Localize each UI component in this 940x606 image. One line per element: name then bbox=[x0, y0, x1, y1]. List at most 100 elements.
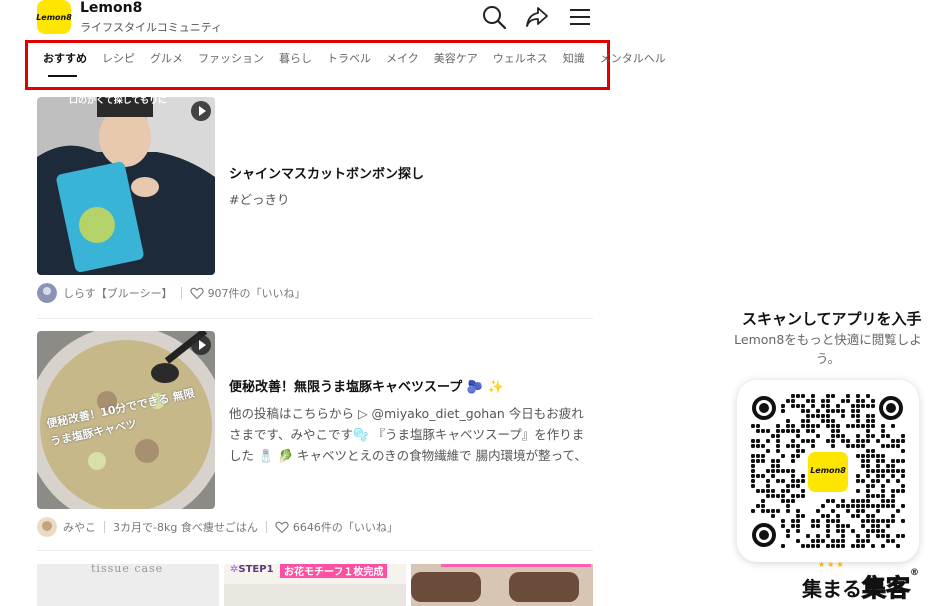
qr-module bbox=[901, 519, 905, 523]
qr-module bbox=[841, 524, 845, 528]
qr-module bbox=[836, 409, 840, 413]
qr-module bbox=[876, 474, 880, 478]
qr-module bbox=[766, 489, 770, 493]
post-thumbnail[interactable]: 便秘改善！10分でできる 無限うま塩豚キャベツ bbox=[37, 331, 215, 509]
qr-module bbox=[796, 444, 800, 448]
qr-module bbox=[756, 489, 760, 493]
tab-osusume[interactable]: おすすめ bbox=[43, 51, 87, 67]
qr-module bbox=[796, 449, 800, 453]
qr-module bbox=[806, 409, 810, 413]
qr-module bbox=[871, 419, 875, 423]
qr-module bbox=[821, 514, 825, 518]
qr-module bbox=[891, 539, 895, 543]
qr-module bbox=[861, 509, 865, 513]
qr-module bbox=[861, 399, 865, 403]
qr-module bbox=[771, 509, 775, 513]
post-card[interactable]: 便秘改善！10分でできる 無限うま塩豚キャベツ 便秘改善！無限うま塩豚キャベツス… bbox=[37, 331, 593, 541]
post-description: #どっきり bbox=[229, 192, 290, 207]
qr-module bbox=[801, 394, 805, 398]
qr-module bbox=[871, 504, 875, 508]
author-name[interactable]: しらす【ブルーシー】 bbox=[63, 285, 173, 301]
qr-module bbox=[811, 544, 815, 548]
tab-wellness[interactable]: ウェルネス bbox=[493, 51, 548, 67]
qr-module bbox=[881, 529, 885, 533]
qr-module bbox=[876, 524, 880, 528]
qr-module bbox=[766, 449, 770, 453]
post-meta: しらす【ブルーシー】 907件の「いいね」 bbox=[37, 282, 306, 304]
tab-mental-health[interactable]: メンタルヘル bbox=[600, 51, 666, 67]
qr-module bbox=[781, 409, 785, 413]
tab-knowledge[interactable]: 知識 bbox=[563, 51, 585, 67]
qr-module bbox=[866, 474, 870, 478]
qr-module bbox=[851, 529, 855, 533]
qr-module bbox=[876, 469, 880, 473]
qr-module bbox=[876, 534, 880, 538]
qr-module bbox=[781, 544, 785, 548]
qr-module bbox=[771, 494, 775, 498]
post-thumbnail[interactable]: ✲STEP1 お花モチーフ１枚完成 bbox=[224, 564, 406, 606]
avatar[interactable] bbox=[37, 517, 57, 537]
qr-module bbox=[881, 519, 885, 523]
qr-code-card[interactable]: Lemon8 bbox=[737, 380, 919, 562]
qr-module bbox=[871, 519, 875, 523]
thumbnail-caption: お花モチーフ１枚完成 bbox=[280, 564, 388, 578]
qr-module bbox=[801, 404, 805, 408]
qr-module bbox=[776, 439, 780, 443]
heart-icon[interactable] bbox=[275, 520, 289, 534]
post-thumbnail[interactable]: 口のかくて探してもりに bbox=[37, 97, 215, 275]
qr-module bbox=[881, 544, 885, 548]
post-thumbnail[interactable]: tissue case bbox=[37, 564, 219, 606]
qr-module bbox=[786, 469, 790, 473]
watermark-stars: ★★★ bbox=[818, 560, 846, 569]
qr-module bbox=[856, 539, 860, 543]
post-title[interactable]: 便秘改善！無限うま塩豚キャベツスープ 🫐 ✨ bbox=[229, 376, 504, 395]
heart-icon[interactable] bbox=[189, 286, 204, 300]
qr-module bbox=[796, 539, 800, 543]
author-name[interactable]: みやこ bbox=[63, 519, 96, 535]
thumbnail-image bbox=[224, 584, 406, 606]
qr-module bbox=[861, 404, 865, 408]
qr-module bbox=[886, 504, 890, 508]
qr-module bbox=[786, 484, 790, 488]
qr-module bbox=[886, 434, 890, 438]
share-icon[interactable] bbox=[524, 4, 550, 30]
qr-module bbox=[786, 429, 790, 433]
post-thumbnail[interactable] bbox=[411, 564, 593, 606]
post-card[interactable]: 口のかくて探してもりに シャインマスカットボンボン探し #どっきり しらす【ブル… bbox=[37, 97, 593, 315]
tab-fashion[interactable]: ファッション bbox=[198, 51, 264, 67]
tab-living[interactable]: 暮らし bbox=[279, 51, 312, 67]
qr-module bbox=[861, 504, 865, 508]
menu-icon[interactable] bbox=[567, 4, 593, 30]
qr-module bbox=[866, 489, 870, 493]
qr-module bbox=[786, 509, 790, 513]
qr-module bbox=[876, 459, 880, 463]
post-title[interactable]: シャインマスカットボンボン探し bbox=[229, 163, 424, 182]
tab-beauty-care[interactable]: 美容ケア bbox=[434, 51, 478, 67]
qr-module bbox=[796, 429, 800, 433]
lemon8-logo[interactable]: Lemon8 bbox=[36, 0, 72, 34]
qr-module bbox=[841, 409, 845, 413]
tab-travel[interactable]: トラベル bbox=[327, 51, 371, 67]
qr-module bbox=[791, 454, 795, 458]
qr-module bbox=[831, 509, 835, 513]
qr-module bbox=[816, 534, 820, 538]
qr-module bbox=[866, 424, 870, 428]
qr-module bbox=[901, 434, 905, 438]
qr-module bbox=[886, 519, 890, 523]
qr-module bbox=[861, 499, 865, 503]
qr-module bbox=[796, 529, 800, 533]
tab-recipe[interactable]: レシピ bbox=[102, 51, 135, 67]
qr-module bbox=[866, 419, 870, 423]
qr-module bbox=[761, 489, 765, 493]
qr-module bbox=[776, 494, 780, 498]
search-icon[interactable] bbox=[481, 4, 507, 30]
qr-module bbox=[866, 494, 870, 498]
avatar[interactable] bbox=[37, 283, 57, 303]
qr-module bbox=[781, 489, 785, 493]
tab-gourmet[interactable]: グルメ bbox=[150, 51, 183, 67]
qr-module bbox=[871, 449, 875, 453]
qr-module bbox=[866, 464, 870, 468]
qr-module bbox=[826, 524, 830, 528]
tab-makeup[interactable]: メイク bbox=[386, 51, 419, 67]
qr-module bbox=[821, 539, 825, 543]
